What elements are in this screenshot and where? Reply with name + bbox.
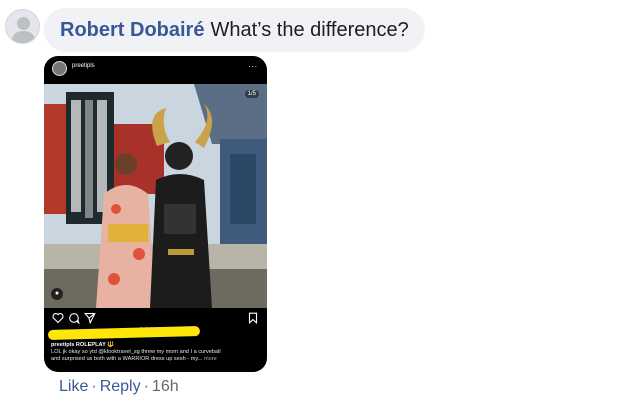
post-username: preetipls [72,63,95,69]
caption-line-1: LOL jk okay so ytd @klooktravel_sg threw… [51,349,221,355]
highlighter-scribble [47,326,201,340]
caption-line-2: and surprised us both with a WARRIOR dre… [51,356,203,362]
bookmark-icon[interactable] [247,312,259,324]
separator: · [91,378,97,395]
instagram-screenshot-image[interactable]: preetipls ... 1/5 ● preetipls ROLEPLAY 🔱… [44,56,267,372]
caption-more-link: more [203,356,217,362]
comment-author-link[interactable]: Robert Dobairé [60,19,204,42]
post-action-bar [44,309,267,330]
reply-link[interactable]: Reply [100,378,141,395]
post-photo: 1/5 ● [44,84,267,308]
separator: · [143,378,149,395]
commenter-avatar[interactable] [5,9,40,44]
heart-icon[interactable] [52,312,64,324]
post-header: preetipls ... [44,56,267,82]
comment-actions: Like · Reply · 16h [59,378,179,396]
post-caption: preetipls ROLEPLAY 🔱 LOL jk okay so ytd … [51,342,263,363]
carousel-counter: 1/5 [244,90,259,98]
comment-bubble: Robert Dobairé What’s the difference? [44,8,425,52]
comment-text: What’s the difference? [210,18,409,41]
post-avatar [52,61,67,76]
more-options-icon: ... [248,60,258,69]
comment-icon[interactable] [68,312,80,324]
comment-timestamp[interactable]: 16h [152,378,179,395]
share-icon[interactable] [84,312,96,324]
profile-placeholder-icon [11,17,36,43]
like-link[interactable]: Like [59,378,88,395]
tag-user-icon[interactable]: ● [51,288,63,300]
caption-username: preetipls ROLEPLAY [51,342,106,348]
